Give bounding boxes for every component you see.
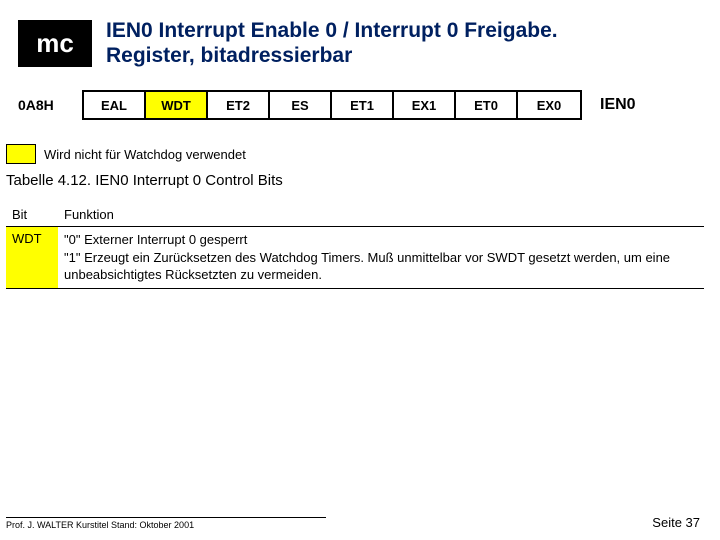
footer-left-wrap: Prof. J. WALTER Kurstitel Stand: Oktober… [6,517,326,530]
footer-page: Seite 37 [652,515,700,530]
footer-left: Prof. J. WALTER Kurstitel Stand: Oktober… [6,517,326,530]
bit-cell: WDT [146,92,208,118]
bit-cells: EAL WDT ET2 ES ET1 EX1 ET0 EX0 [82,90,582,120]
legend-text: Wird nicht für Watchdog verwendet [44,147,246,162]
mc-badge: mc [18,20,92,67]
legend-swatch [6,144,36,164]
bit-name-cell: WDT [6,227,58,289]
table-row: WDT "0" Externer Interrupt 0 gesperrt "1… [6,227,704,289]
bit-cell: EX1 [394,92,456,118]
footer: Prof. J. WALTER Kurstitel Stand: Oktober… [6,515,700,530]
bit-cell: ET2 [208,92,270,118]
bit-cell: ES [270,92,332,118]
header: mc IEN0 Interrupt Enable 0 / Interrupt 0… [0,18,700,68]
legend: Wird nicht für Watchdog verwendet [6,144,700,164]
register-name: IEN0 [600,96,636,114]
bit-cell: ET0 [456,92,518,118]
table-header-row: Bit Funktion [6,203,704,227]
bit-cell: EAL [84,92,146,118]
register-address: 0A8H [18,97,72,113]
table-title: Tabelle 4.12. IEN0 Interrupt 0 Control B… [6,172,700,189]
col-header-func: Funktion [58,203,704,227]
bit-cell: ET1 [332,92,394,118]
slide: mc IEN0 Interrupt Enable 0 / Interrupt 0… [0,0,720,540]
page-title: IEN0 Interrupt Enable 0 / Interrupt 0 Fr… [106,18,558,68]
bit-func-cell: "0" Externer Interrupt 0 gesperrt "1" Er… [58,227,704,289]
col-header-bit: Bit [6,203,58,227]
bit-cell: EX0 [518,92,580,118]
bits-table: Bit Funktion WDT "0" Externer Interrupt … [6,203,704,289]
register-row: 0A8H EAL WDT ET2 ES ET1 EX1 ET0 EX0 IEN0 [18,90,700,120]
